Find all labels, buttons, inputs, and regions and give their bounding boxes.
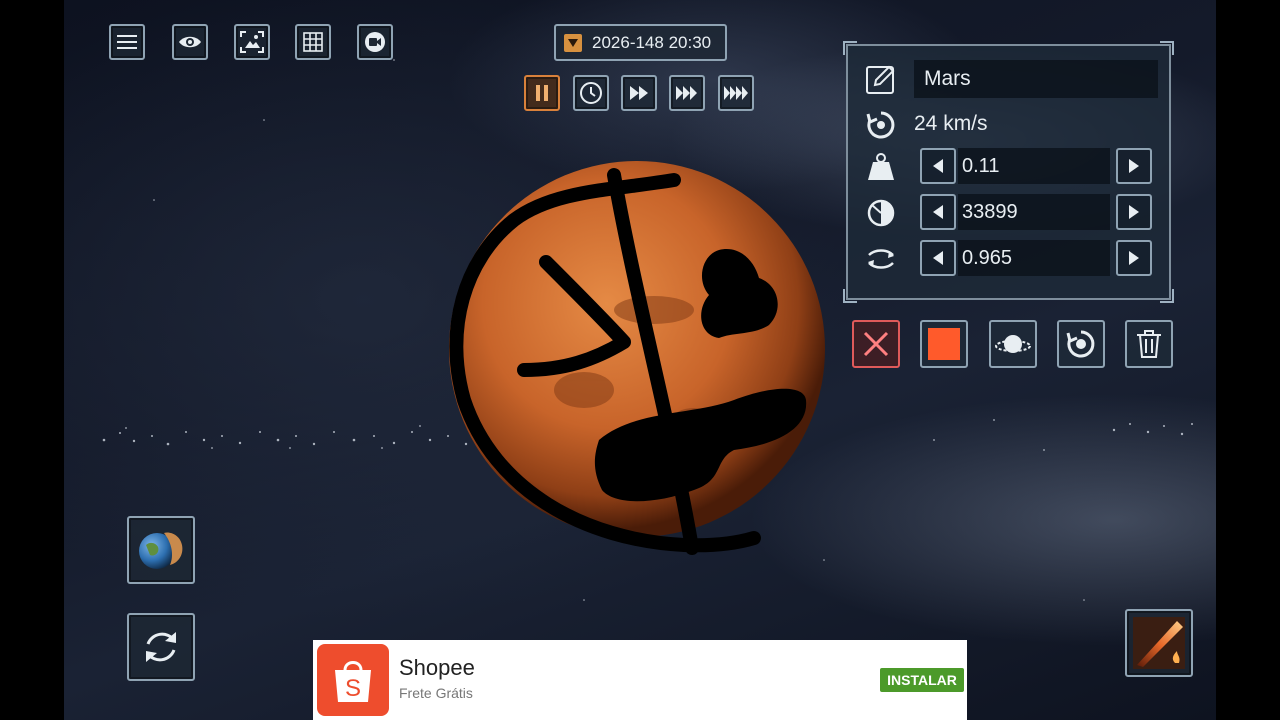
- rings-button[interactable]: [989, 320, 1037, 368]
- edit-icon[interactable]: [864, 62, 898, 96]
- rotation-increase-button[interactable]: [1116, 240, 1152, 276]
- ad-subtitle: Frete Grátis: [399, 685, 473, 701]
- dropdown-icon: [564, 33, 582, 52]
- menu-icon: [117, 35, 137, 49]
- weapon-button[interactable]: [1125, 609, 1193, 677]
- grid-button[interactable]: [295, 24, 331, 60]
- velocity-icon: [864, 108, 898, 142]
- refresh-icon: [146, 632, 176, 662]
- arrow-left-icon: [933, 251, 943, 265]
- arrow-right-icon: [1129, 159, 1139, 173]
- diameter-increase-button[interactable]: [1116, 194, 1152, 230]
- close-icon: [863, 331, 889, 357]
- arrow-left-icon: [933, 159, 943, 173]
- faster-forward-button[interactable]: [669, 75, 705, 111]
- date-text: 2026-148 20:30: [592, 32, 712, 52]
- screenshot-button[interactable]: [234, 24, 270, 60]
- orbit-reset-icon: [1066, 330, 1095, 358]
- shopee-logo: S: [317, 644, 389, 716]
- velocity-value: 24 km/s: [914, 112, 988, 135]
- trash-icon: [1137, 330, 1161, 358]
- camera-button[interactable]: [357, 24, 393, 60]
- camera-icon: [365, 32, 385, 52]
- rotation-icon: [864, 242, 898, 276]
- pause-icon: [536, 85, 548, 101]
- mass-decrease-button[interactable]: [920, 148, 956, 184]
- view-button[interactable]: [172, 24, 208, 60]
- simulation-viewport[interactable]: 2026-148 20:30 Mars 24 km/s 0.11 33899 0…: [64, 0, 1216, 720]
- date-display[interactable]: 2026-148 20:30: [554, 24, 727, 61]
- fastest-forward-button[interactable]: [718, 75, 754, 111]
- menu-button[interactable]: [109, 24, 145, 60]
- image-icon: [240, 31, 264, 53]
- pause-button[interactable]: [524, 75, 560, 111]
- object-name-input[interactable]: Mars: [914, 60, 1158, 98]
- object-library-button[interactable]: [127, 516, 195, 584]
- fast-forward-icon: [630, 86, 648, 100]
- diameter-value[interactable]: 33899: [958, 194, 1110, 230]
- diameter-decrease-button[interactable]: [920, 194, 956, 230]
- rotation-value[interactable]: 0.965: [958, 240, 1110, 276]
- faster-forward-icon: [676, 86, 697, 100]
- planets-icon: [139, 532, 183, 569]
- close-button[interactable]: [852, 320, 900, 368]
- color-button[interactable]: [920, 320, 968, 368]
- orbit-button[interactable]: [1057, 320, 1105, 368]
- arrow-left-icon: [933, 205, 943, 219]
- reset-button[interactable]: [127, 613, 195, 681]
- mass-value[interactable]: 0.11: [958, 148, 1110, 184]
- meteor-icon: [1133, 617, 1185, 669]
- rotation-decrease-button[interactable]: [920, 240, 956, 276]
- grid-icon: [303, 32, 323, 52]
- diameter-icon: [864, 196, 898, 230]
- delete-button[interactable]: [1125, 320, 1173, 368]
- ad-banner[interactable]: S Shopee Frete Grátis INSTALAR: [313, 640, 967, 720]
- eye-icon: [179, 36, 201, 48]
- ring-planet-icon: [995, 335, 1031, 353]
- object-properties-panel: Mars 24 km/s 0.11 33899 0.965: [843, 41, 1174, 303]
- arrow-right-icon: [1129, 251, 1139, 265]
- color-square-icon: [928, 328, 960, 360]
- normal-speed-button[interactable]: [573, 75, 609, 111]
- svg-text:S: S: [345, 675, 361, 702]
- clock-icon: [580, 82, 602, 104]
- arrow-right-icon: [1129, 205, 1139, 219]
- fast-forward-button[interactable]: [621, 75, 657, 111]
- install-button[interactable]: INSTALAR: [880, 668, 964, 692]
- mass-increase-button[interactable]: [1116, 148, 1152, 184]
- mass-icon: [864, 150, 898, 184]
- planet-mars[interactable]: [434, 160, 854, 580]
- fastest-forward-icon: [724, 86, 748, 100]
- ad-title: Shopee: [399, 655, 475, 680]
